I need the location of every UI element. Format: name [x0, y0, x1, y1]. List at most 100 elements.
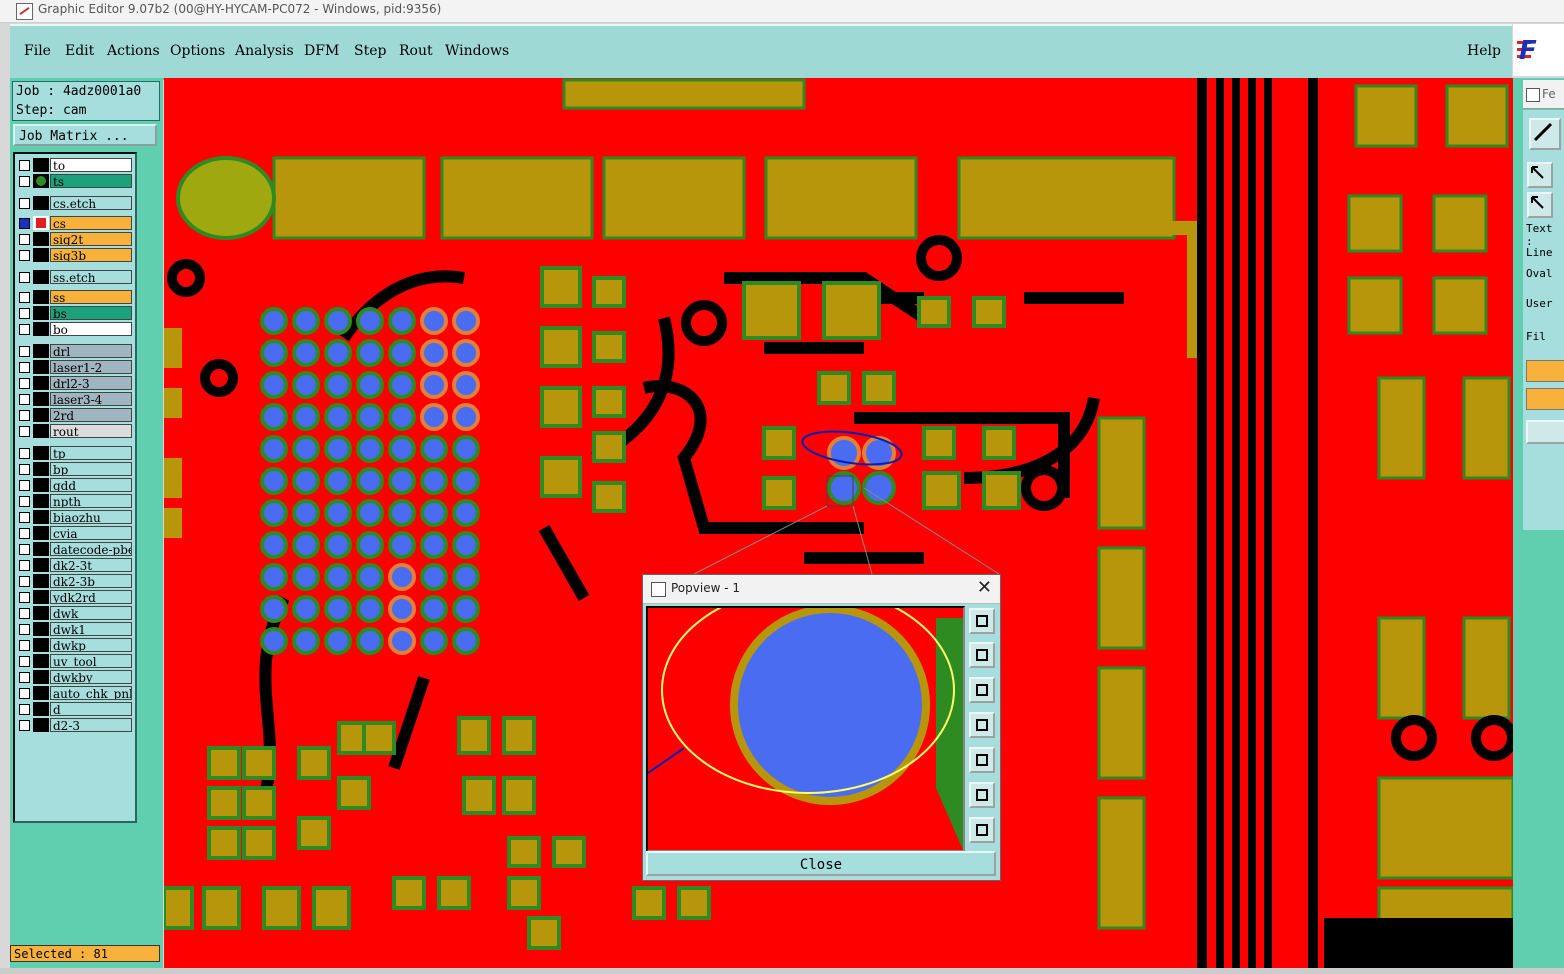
arrow-tool-button-2[interactable]: [1527, 192, 1553, 218]
layer-name[interactable]: ts: [50, 174, 132, 188]
layer-checkbox[interactable]: [19, 198, 30, 209]
layer-row[interactable]: ts: [15, 174, 135, 188]
layer-row[interactable]: dwkby: [15, 670, 135, 684]
layer-row[interactable]: dwkp: [15, 638, 135, 652]
layer-name[interactable]: bo: [50, 322, 132, 336]
layer-name[interactable]: ydk2rd: [50, 590, 132, 604]
layer-checkbox[interactable]: [19, 410, 30, 421]
layer-checkbox[interactable]: [19, 592, 30, 603]
layer-row[interactable]: 2rd: [15, 408, 135, 422]
menu-windows[interactable]: Windows: [445, 43, 509, 59]
layer-name[interactable]: auto_chk_pnl: [50, 686, 132, 700]
menu-rout[interactable]: Rout: [399, 43, 433, 59]
layer-name[interactable]: tp: [50, 446, 132, 460]
layer-checkbox[interactable]: [19, 394, 30, 405]
pan-right-button[interactable]: [969, 747, 995, 773]
layer-checkbox[interactable]: [19, 272, 30, 283]
layer-checkbox[interactable]: [19, 688, 30, 699]
layer-checkbox[interactable]: [19, 560, 30, 571]
layer-name[interactable]: laser3-4: [50, 392, 132, 406]
popview-close-button[interactable]: Close: [646, 851, 996, 876]
layer-checkbox[interactable]: [19, 528, 30, 539]
layer-checkbox[interactable]: [19, 218, 30, 229]
layer-row[interactable]: laser3-4: [15, 392, 135, 406]
layer-row[interactable]: cs.etch: [15, 196, 135, 210]
layer-row[interactable]: dk2-3b: [15, 574, 135, 588]
orange-field-2[interactable]: [1526, 388, 1564, 410]
layer-row[interactable]: bp: [15, 462, 135, 476]
layer-checkbox[interactable]: [19, 624, 30, 635]
layer-row[interactable]: sig2t: [15, 232, 135, 246]
layer-name[interactable]: 2rd: [50, 408, 132, 422]
layer-checkbox[interactable]: [19, 426, 30, 437]
layer-row[interactable]: dwk: [15, 606, 135, 620]
close-icon[interactable]: ✕: [977, 578, 992, 598]
zoom-in-button[interactable]: [969, 782, 995, 808]
layer-row[interactable]: bo: [15, 322, 135, 336]
layer-checkbox[interactable]: [19, 448, 30, 459]
menu-analysis[interactable]: Analysis: [235, 43, 294, 59]
layer-row[interactable]: dk2-3t: [15, 558, 135, 572]
layer-row[interactable]: ss: [15, 290, 135, 304]
menu-step[interactable]: Step: [354, 43, 386, 59]
layer-name[interactable]: dk2-3t: [50, 558, 132, 572]
layer-row[interactable]: laser1-2: [15, 360, 135, 374]
layer-row[interactable]: bs: [15, 306, 135, 320]
layer-row[interactable]: sig3b: [15, 248, 135, 262]
layer-checkbox[interactable]: [19, 720, 30, 731]
layer-name[interactable]: drl: [50, 344, 132, 358]
layer-checkbox[interactable]: [19, 378, 30, 389]
menu-help[interactable]: Help: [1467, 43, 1501, 59]
layer-name[interactable]: d: [50, 702, 132, 716]
layer-row[interactable]: ydk2rd: [15, 590, 135, 604]
fill-checkbox[interactable]: Fil: [1526, 330, 1546, 343]
layer-row[interactable]: cvia: [15, 526, 135, 540]
layer-row[interactable]: datecode-pbe: [15, 542, 135, 556]
layer-checkbox[interactable]: [19, 308, 30, 319]
layer-row[interactable]: d2-3: [15, 718, 135, 732]
layer-checkbox[interactable]: [19, 234, 30, 245]
job-matrix-button[interactable]: Job Matrix ...: [13, 124, 157, 146]
layer-name[interactable]: biaozhu: [50, 510, 132, 524]
layer-name[interactable]: cs: [50, 216, 132, 230]
layer-name[interactable]: ss: [50, 290, 132, 304]
layer-name[interactable]: d2-3: [50, 718, 132, 732]
layer-checkbox[interactable]: [19, 512, 30, 523]
pan-down-button[interactable]: [969, 677, 995, 703]
user-label[interactable]: User: [1526, 297, 1553, 310]
layer-row[interactable]: rout: [15, 424, 135, 438]
menu-file[interactable]: File: [24, 43, 51, 59]
line-tool-button[interactable]: [1529, 118, 1561, 150]
layer-checkbox[interactable]: [19, 324, 30, 335]
layer-checkbox[interactable]: [19, 292, 30, 303]
layer-name[interactable]: cvia: [50, 526, 132, 540]
layer-row[interactable]: ss.etch: [15, 270, 135, 284]
layer-checkbox[interactable]: [19, 176, 30, 187]
layer-checkbox[interactable]: [19, 346, 30, 357]
menu-actions[interactable]: Actions: [107, 43, 160, 59]
layer-name[interactable]: drl2-3: [50, 376, 132, 390]
layer-name[interactable]: rout: [50, 424, 132, 438]
layer-checkbox[interactable]: [19, 672, 30, 683]
layer-row[interactable]: dwk1: [15, 622, 135, 636]
zoom-fit-button[interactable]: [969, 608, 995, 634]
layer-list[interactable]: to ts cs.etch cs sig2t sig3b ss.etch ss bs bo drl l…: [13, 152, 137, 823]
layer-row[interactable]: cs: [15, 216, 135, 230]
zoom-out-button[interactable]: [969, 817, 995, 843]
layer-name[interactable]: npth: [50, 494, 132, 508]
layer-row[interactable]: auto_chk_pnl: [15, 686, 135, 700]
pan-up-button[interactable]: [969, 642, 995, 668]
layer-name[interactable]: dk2-3b: [50, 574, 132, 588]
layer-row[interactable]: uv_tool: [15, 654, 135, 668]
layer-row[interactable]: d: [15, 702, 135, 716]
layer-row[interactable]: tp: [15, 446, 135, 460]
layer-checkbox[interactable]: [19, 704, 30, 715]
layer-name[interactable]: ss.etch: [50, 270, 132, 284]
menu-options[interactable]: Options: [170, 43, 225, 59]
layer-name[interactable]: dwkp: [50, 638, 132, 652]
layer-row[interactable]: to: [15, 158, 135, 172]
layer-checkbox[interactable]: [19, 480, 30, 491]
layer-checkbox[interactable]: [19, 576, 30, 587]
layer-name[interactable]: to: [50, 158, 132, 172]
apply-button[interactable]: [1526, 420, 1564, 444]
